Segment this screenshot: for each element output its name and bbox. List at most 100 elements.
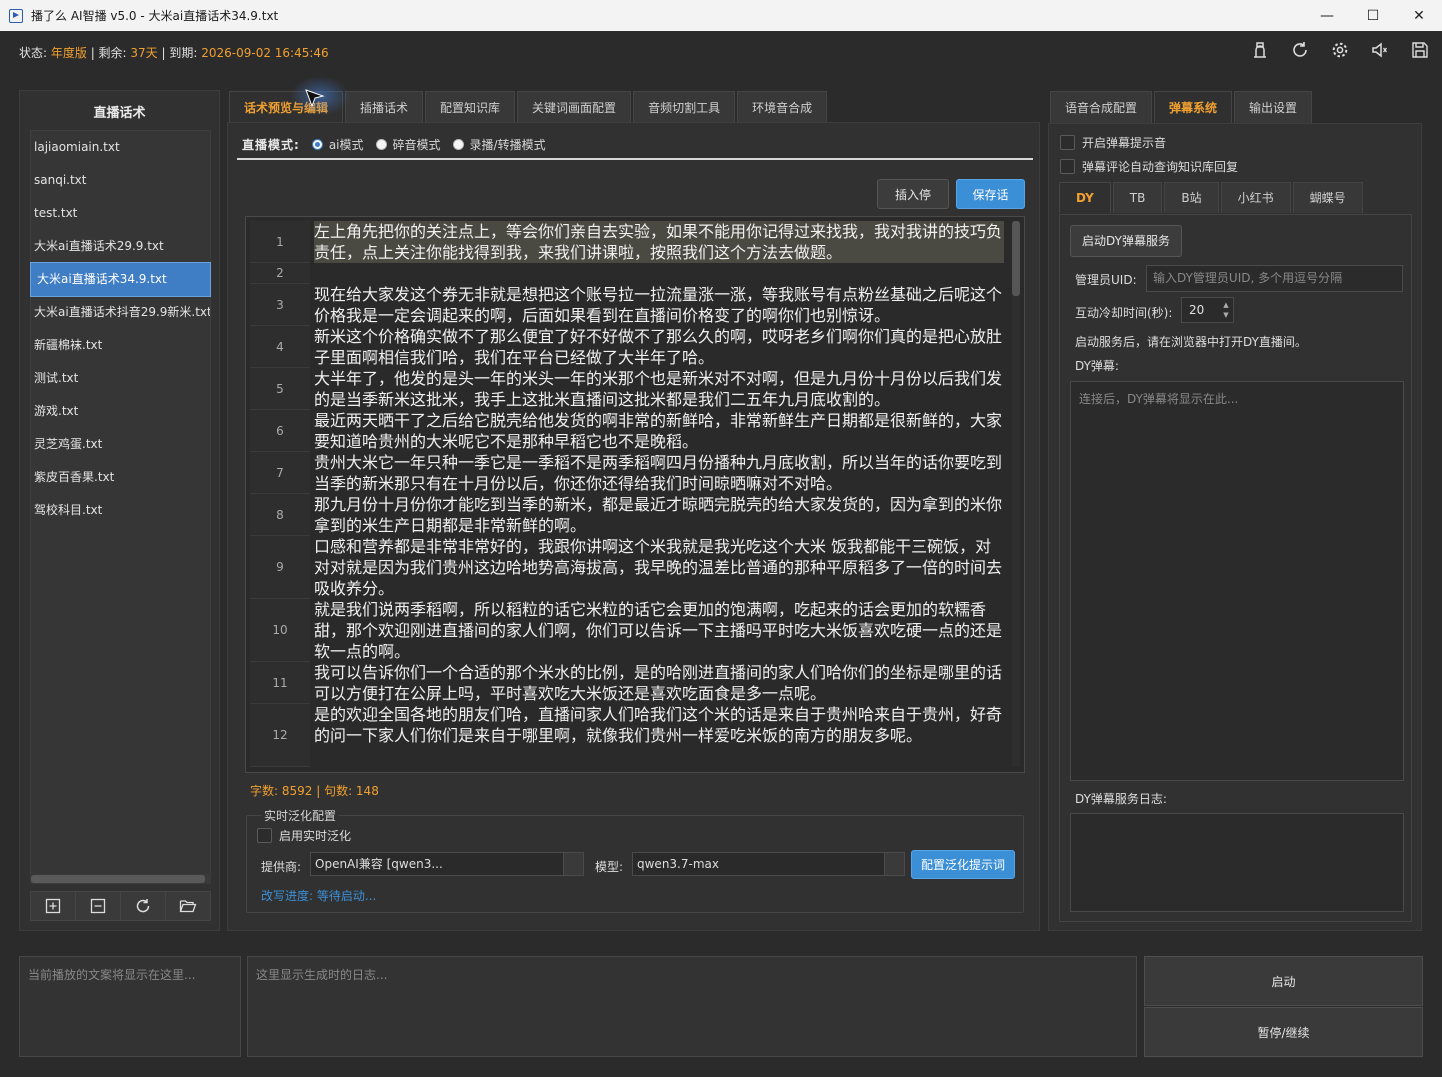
script-line[interactable]: 大半年了，他发的是头一年的米头一年的米那个也是新米对不对啊，但是九月份十月份以后…: [314, 368, 1004, 410]
provider-select[interactable]: OpenAI兼容 [qwen3...: [310, 852, 584, 876]
title-bar: 播了么 AI智播 v5.0 - 大米ai直播话术34.9.txt — ☐ ✕: [0, 0, 1442, 31]
close-button[interactable]: ✕: [1396, 0, 1442, 31]
file-item[interactable]: 测试.txt: [31, 362, 210, 395]
open-folder-button[interactable]: [166, 892, 210, 920]
danmu-display[interactable]: 连接后，DY弹幕将显示在此...: [1070, 381, 1404, 781]
right-tab[interactable]: 语音合成配置: [1050, 91, 1153, 123]
mode-radio[interactable]: ai模式: [311, 136, 364, 153]
checkbox-box[interactable]: [257, 828, 272, 843]
mode-radio[interactable]: 碎音模式: [375, 136, 441, 153]
center-tab[interactable]: 配置知识库: [425, 91, 516, 123]
remaining-label: | 剩余:: [86, 46, 131, 60]
gear-icon[interactable]: [1330, 40, 1350, 60]
current-text-display[interactable]: 当前播放的文案将显示在这里...: [19, 956, 241, 1057]
save-icon[interactable]: [1410, 40, 1430, 60]
file-item[interactable]: 游戏.txt: [31, 395, 210, 428]
center-tab[interactable]: 插播话术: [345, 91, 424, 123]
config-prompt-button[interactable]: 配置泛化提示词: [911, 850, 1015, 879]
generation-log-display[interactable]: 这里显示生成时的日志...: [247, 956, 1137, 1057]
admin-uid-input[interactable]: 输入DY管理员UID, 多个用逗号分隔: [1146, 265, 1403, 292]
file-item[interactable]: sanqi.txt: [31, 164, 210, 197]
file-item[interactable]: 驾校科目.txt: [31, 494, 210, 527]
platform-tab[interactable]: B站: [1164, 182, 1219, 213]
script-line[interactable]: 我可以告诉你们一个合适的那个米水的比例，是的哈刚进直播间的家人们哈你们的坐标是哪…: [314, 662, 1004, 704]
line-number: 9: [250, 536, 310, 599]
right-tab[interactable]: 弹幕系统: [1154, 91, 1233, 123]
maximize-button[interactable]: ☐: [1350, 0, 1396, 31]
radio-dot[interactable]: [311, 139, 323, 150]
minimize-button[interactable]: —: [1304, 0, 1350, 31]
auto-reply-checkbox[interactable]: 弹幕评论自动查询知识库回复: [1060, 158, 1238, 175]
mode-radio[interactable]: 录播/转播模式: [452, 136, 546, 153]
script-line[interactable]: 那九月份十月份你才能吃到当季的新米，都是最近才晾晒完脱壳的给大家发货的，因为拿到…: [314, 494, 1004, 536]
remove-file-button[interactable]: [76, 892, 121, 920]
pause-resume-button[interactable]: 暂停/继续: [1144, 1007, 1423, 1057]
chevron-down-icon[interactable]: [563, 853, 583, 875]
editor-scrollbar[interactable]: [1012, 221, 1020, 767]
danmu-sound-checkbox[interactable]: 开启弹幕提示音: [1060, 134, 1166, 151]
live-mode-selector: 直播模式: ai模式 碎音模式 录播/转播模式: [242, 136, 558, 153]
right-tab[interactable]: 输出设置: [1234, 91, 1313, 123]
script-line[interactable]: 是的欢迎全国各地的朋友们哈，直播间家人们哈我们这个米的话是来自于贵州哈来自于贵州…: [314, 704, 1004, 746]
line-number: 1: [250, 221, 310, 263]
radio-dot[interactable]: [452, 139, 464, 150]
file-item[interactable]: 紫皮百香果.txt: [31, 461, 210, 494]
file-item[interactable]: 大米ai直播话术抖音29.9新米.txt: [31, 296, 210, 329]
speaker-icon[interactable]: [1370, 40, 1390, 60]
platform-tab[interactable]: DY: [1059, 182, 1111, 213]
platform-tab[interactable]: 蝴蝶号: [1292, 182, 1363, 213]
service-log-display[interactable]: [1070, 813, 1404, 912]
platform-tab[interactable]: 小红书: [1220, 182, 1291, 213]
script-line[interactable]: 贵州大米它一年只种一季它是一季稻不是两季稻啊四月份播种九月底收割，所以当年的话你…: [314, 452, 1004, 494]
cooldown-label: 互动冷却时间(秒):: [1075, 306, 1173, 320]
center-tab[interactable]: 关键词画面配置: [517, 91, 632, 123]
script-line[interactable]: 最近两天晒干了之后给它脱壳给他发货的啊非常的新鲜哈，非常新鲜生产日期都是很新鲜的…: [314, 410, 1004, 452]
platform-tab[interactable]: TB: [1112, 182, 1163, 213]
checkbox-box[interactable]: [1060, 135, 1075, 150]
model-select[interactable]: qwen3.7-max: [632, 852, 905, 876]
provider-label: 提供商:: [261, 860, 302, 874]
center-tab[interactable]: 环境音合成: [737, 91, 828, 123]
file-item[interactable]: 大米ai直播话术29.9.txt: [31, 230, 210, 263]
mode-radio-label: 碎音模式: [392, 138, 441, 152]
script-text-editor[interactable]: 1 左上角先把你的关注点上，等会你们亲自去实验，如果不能用你记得过来找我，我对我讲…: [245, 216, 1025, 773]
add-file-button[interactable]: [31, 892, 76, 920]
script-line[interactable]: 就是我们说两季稻啊，所以稻粒的话它米粒的话它会更加的饱满啊，吃起来的话会更加的软…: [314, 599, 1004, 662]
enable-realtime-checkbox[interactable]: 启用实时泛化: [257, 827, 351, 844]
file-item[interactable]: 大米ai直播话术34.9.txt: [30, 262, 211, 297]
spin-down-icon[interactable]: ▼: [1221, 310, 1231, 320]
script-line[interactable]: 左上角先把你的关注点上，等会你们亲自去实验，如果不能用你记得过来找我，我对我讲的…: [314, 221, 1004, 263]
script-line[interactable]: 新米这个价格确实做不了那么便宜了好不好做不了那么久的啊，哎呀老乡们啊你们真的是把…: [314, 326, 1004, 368]
line-number: 10: [250, 599, 310, 662]
file-list-scrollbar[interactable]: [30, 874, 211, 884]
file-item[interactable]: 新疆棉袜.txt: [31, 329, 210, 362]
spin-up-icon[interactable]: ▲: [1221, 300, 1231, 310]
cooldown-value: 20: [1189, 303, 1205, 317]
file-item[interactable]: test.txt: [31, 197, 210, 230]
refresh-icon[interactable]: [1290, 40, 1310, 60]
start-button[interactable]: 启动: [1144, 956, 1423, 1006]
cooldown-spinbox[interactable]: 20 ▲ ▼: [1181, 297, 1234, 323]
script-file-list[interactable]: lajiaomiain.txt sanqi.txt test.txt 大米ai直播话术…: [30, 130, 211, 877]
script-line[interactable]: 现在给大家发这个券无非就是想把这个账号拉一拉流量涨一涨，等我账号有点粉丝基础之后…: [314, 284, 1004, 326]
center-tab[interactable]: 音频切割工具: [633, 91, 736, 123]
line-number: 2: [250, 263, 310, 284]
insert-pause-button[interactable]: 插入停顿: [877, 179, 949, 232]
user-icon[interactable]: [1250, 40, 1270, 60]
start-dy-service-button[interactable]: 启动DY弹幕服务: [1070, 225, 1182, 257]
file-item[interactable]: 灵芝鸡蛋.txt: [31, 428, 210, 461]
remaining-days: 37天: [130, 46, 158, 60]
radio-dot[interactable]: [375, 139, 387, 150]
danmu-label: DY弹幕:: [1075, 359, 1119, 373]
reload-files-button[interactable]: [121, 892, 166, 920]
save-script-button[interactable]: 保存话术: [956, 179, 1025, 232]
checkbox-box[interactable]: [1060, 159, 1075, 174]
file-item[interactable]: lajiaomiain.txt: [31, 131, 210, 164]
expire-label: | 到期:: [157, 46, 202, 60]
chevron-down-icon[interactable]: [884, 853, 904, 875]
mode-radio-label: ai模式: [328, 138, 364, 152]
script-line[interactable]: 口感和营养都是非常非常好的，我跟你讲啊这个米我就是我光吃这个大米 饭我都能干三碗…: [314, 536, 1004, 599]
line-number: 3: [250, 284, 310, 326]
script-editor-panel: 直播模式: ai模式 碎音模式 录播/转播模式 插入停顿 保存话术 1左上角先把你的…: [227, 122, 1040, 931]
license-status: 状态: 年度版 | 剩余: 37天 | 到期: 2026-09-02 16:45…: [19, 44, 329, 61]
